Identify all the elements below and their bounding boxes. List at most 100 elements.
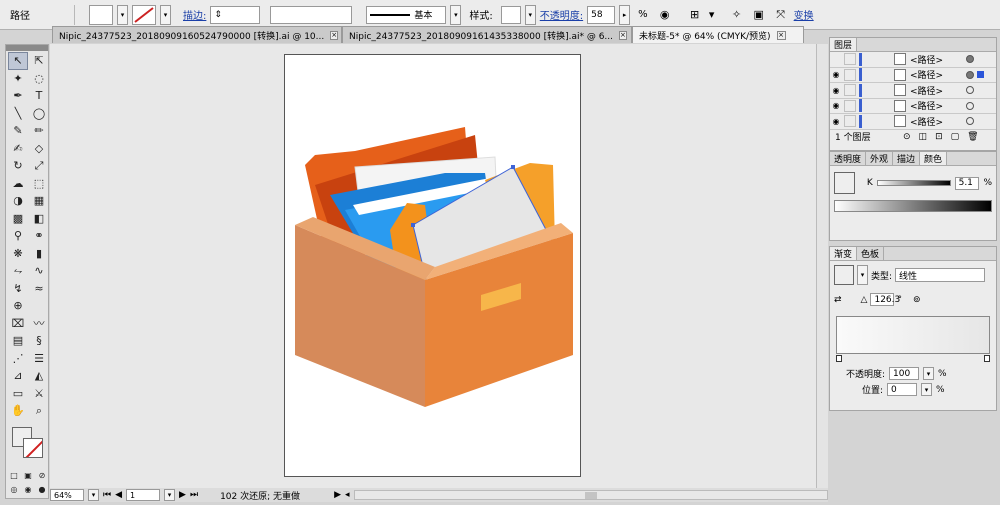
visibility-eye-icon[interactable]: ◉ bbox=[830, 69, 842, 81]
lock-column[interactable] bbox=[844, 84, 856, 97]
next-artboard-icon[interactable]: ▶ bbox=[179, 490, 186, 500]
stop-location-field[interactable]: 0 bbox=[887, 383, 918, 396]
pencil-tool-icon[interactable]: ✏ bbox=[29, 122, 49, 140]
gradient-stop-left[interactable] bbox=[836, 355, 842, 362]
graphic-style-dropdown[interactable]: ▾ bbox=[524, 4, 536, 25]
target-icon[interactable] bbox=[966, 55, 974, 64]
draw-behind-icon[interactable]: ◉ bbox=[22, 484, 34, 496]
layer-name[interactable]: <路径> bbox=[910, 115, 960, 128]
opacity-field[interactable]: 58 bbox=[587, 5, 616, 24]
fill-dropdown[interactable]: ▾ bbox=[117, 4, 128, 25]
fill-swatch[interactable] bbox=[89, 4, 113, 25]
layer-name[interactable]: <路径> bbox=[910, 84, 960, 97]
delete-layer-icon[interactable]: 🗑 bbox=[967, 132, 978, 142]
perspective-grid-tool-icon[interactable]: ▦ bbox=[29, 192, 49, 210]
last-artboard-icon[interactable]: ⏭ bbox=[190, 490, 198, 500]
color-fill-preview[interactable] bbox=[834, 172, 855, 194]
brush-definition-field[interactable]: 基本 bbox=[366, 5, 447, 24]
node-tool-icon[interactable]: ⋰ bbox=[8, 350, 28, 368]
gradient-type-select[interactable]: 线性 bbox=[895, 268, 986, 282]
zoom-field[interactable]: 64% bbox=[50, 489, 84, 501]
layer-name[interactable]: <路径> bbox=[910, 53, 960, 66]
none-mode-icon[interactable]: ⊘ bbox=[36, 470, 48, 482]
gradient-swatch[interactable] bbox=[834, 265, 854, 285]
artboard-dropdown[interactable]: ▾ bbox=[164, 489, 176, 501]
curvature-tool-icon[interactable]: ↯ bbox=[8, 280, 28, 298]
line-tool-icon[interactable]: ╲ bbox=[8, 105, 28, 123]
lock-column[interactable] bbox=[844, 53, 856, 66]
opacity-panel-link[interactable]: 不透明度: bbox=[540, 7, 583, 22]
mesh-tool-icon[interactable]: ▩ bbox=[8, 210, 28, 228]
anchor-point[interactable] bbox=[411, 223, 415, 227]
blend-tool-icon[interactable]: ⚭ bbox=[29, 227, 49, 245]
canvas-area[interactable] bbox=[50, 44, 816, 488]
blob-brush-tool-icon[interactable]: ✍ bbox=[8, 140, 28, 158]
prev-artboard-icon[interactable]: ◀ bbox=[115, 490, 122, 500]
tab-document-2[interactable]: Nipic_24377523_20180909161435338000 [转换]… bbox=[342, 26, 632, 43]
stroke-color-box[interactable] bbox=[23, 437, 43, 458]
locate-object-icon[interactable]: ⊙ bbox=[903, 132, 911, 142]
draw-normal-icon[interactable]: ◎ bbox=[8, 484, 20, 496]
eraser-tool-icon[interactable]: ◇ bbox=[29, 140, 49, 158]
reshape-tool-icon[interactable]: ∿ bbox=[29, 262, 49, 280]
warp-tool-icon[interactable]: ☁ bbox=[8, 175, 28, 193]
list-tool-icon[interactable]: ☰ bbox=[29, 350, 49, 368]
paintbrush-tool-icon[interactable]: ✎ bbox=[8, 122, 28, 140]
close-icon[interactable]: × bbox=[776, 30, 786, 40]
knife-tool-icon[interactable]: ⚔ bbox=[29, 385, 49, 403]
stroke-weight-field[interactable]: ⇕ bbox=[210, 5, 261, 24]
target-icon[interactable] bbox=[966, 70, 974, 79]
slice-tool-icon[interactable]: ⊿ bbox=[8, 367, 28, 385]
pen-tool-icon[interactable]: ✒ bbox=[8, 87, 28, 105]
opacity-dropdown[interactable]: ▸ bbox=[619, 4, 631, 25]
layer-row[interactable]: ◉ <路径> bbox=[830, 83, 996, 99]
lock-column[interactable] bbox=[844, 68, 856, 81]
target-icon[interactable] bbox=[966, 86, 974, 95]
reverse-gradient-icon[interactable]: ⇄ bbox=[834, 295, 842, 305]
symbol-sprayer-tool-icon[interactable]: ❋ bbox=[8, 245, 28, 263]
gradient-slider[interactable] bbox=[836, 316, 990, 354]
column-graph-tool-icon[interactable]: ▮ bbox=[29, 245, 49, 263]
tab-stroke[interactable]: 描边 bbox=[893, 152, 921, 165]
graphic-style-swatch[interactable] bbox=[500, 5, 521, 24]
stroke-swatch[interactable] bbox=[132, 4, 156, 25]
align-to-icon[interactable]: ⊞ bbox=[686, 6, 704, 24]
new-layer-icon[interactable]: ▢ bbox=[951, 132, 960, 142]
stop-location-dropdown[interactable]: ▾ bbox=[921, 383, 933, 396]
anchor-point[interactable] bbox=[511, 165, 515, 169]
close-icon[interactable]: × bbox=[330, 30, 339, 40]
envelope-tool-icon[interactable]: ⌧ bbox=[8, 315, 28, 333]
hand-tool-icon[interactable]: ✋ bbox=[8, 402, 28, 420]
brush-dropdown[interactable]: ▾ bbox=[450, 4, 462, 25]
envelope-warp-icon[interactable]: ✧ bbox=[728, 6, 746, 24]
close-icon[interactable]: × bbox=[619, 30, 627, 40]
zoom-tool-icon[interactable]: ⌕ bbox=[29, 402, 49, 420]
tab-color[interactable]: 颜色 bbox=[920, 152, 948, 165]
lasso-tool-icon[interactable]: ◌ bbox=[29, 70, 49, 88]
layer-row[interactable]: ◉ <路径> bbox=[830, 114, 996, 130]
status-menu-icon[interactable]: ▶ bbox=[334, 490, 341, 500]
stop-opacity-dropdown[interactable]: ▾ bbox=[923, 367, 935, 380]
layer-name[interactable]: <路径> bbox=[910, 99, 960, 112]
target-icon[interactable] bbox=[966, 101, 974, 110]
lock-column[interactable] bbox=[844, 115, 856, 128]
tab-transparency[interactable]: 透明度 bbox=[830, 152, 867, 165]
rotate-tool-icon[interactable]: ↻ bbox=[8, 157, 28, 175]
artboard-field[interactable]: 1 bbox=[126, 489, 161, 501]
transform-panel-link[interactable]: 变换 bbox=[794, 7, 814, 22]
visibility-eye-icon[interactable]: ◉ bbox=[830, 100, 842, 112]
direct-selection-tool-icon[interactable]: ⇱ bbox=[29, 52, 49, 70]
angle-field[interactable]: 126.3 bbox=[870, 293, 900, 306]
vertical-scrollbar[interactable] bbox=[816, 44, 828, 488]
globe-tool-icon[interactable]: ⊕ bbox=[8, 297, 28, 315]
smooth-tool-icon[interactable]: ≈ bbox=[29, 280, 49, 298]
tab-document-3[interactable]: 未标题-5* @ 64% (CMYK/预览) × bbox=[632, 26, 804, 43]
shape-builder-tool-icon[interactable]: ◑ bbox=[8, 192, 28, 210]
color-spectrum[interactable] bbox=[834, 200, 992, 212]
first-artboard-icon[interactable]: ⏮ bbox=[103, 490, 111, 500]
isolate-icon[interactable]: ⤧ bbox=[772, 6, 790, 24]
layer-row[interactable]: <路径> bbox=[830, 52, 996, 68]
artboard-tool-icon[interactable]: ▭ bbox=[8, 385, 28, 403]
layer-row-selected[interactable]: ◉ <路径> bbox=[830, 68, 996, 83]
make-clipping-mask-icon[interactable]: ◫ bbox=[919, 132, 928, 142]
